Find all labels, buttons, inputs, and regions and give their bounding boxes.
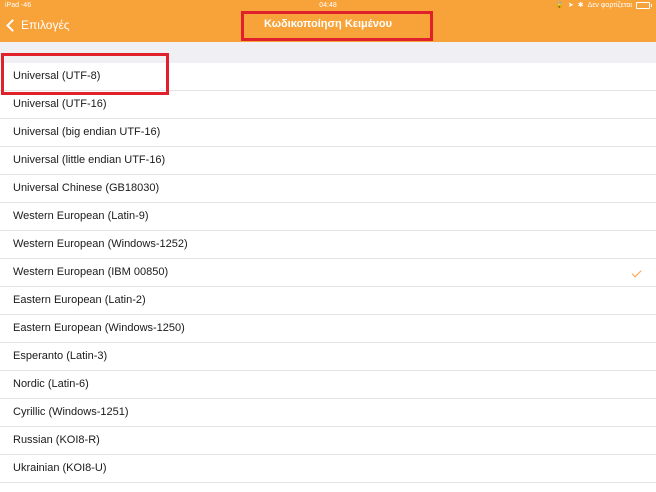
encoding-label: Western European (Latin-9) [13, 210, 149, 222]
encoding-list-item[interactable]: Universal Chinese (GB18030) [0, 175, 656, 203]
encoding-list-item[interactable]: Western European (IBM 00850) [0, 259, 656, 287]
encoding-list-item[interactable]: Nordic (Latin-6) [0, 371, 656, 399]
encoding-list-item[interactable]: Cyrillic (Windows-1251) [0, 399, 656, 427]
encoding-label: Universal (little endian UTF-16) [13, 154, 166, 166]
encoding-list-item[interactable]: Universal (UTF-16) [0, 91, 656, 119]
encoding-label: Universal (UTF-16) [13, 98, 107, 110]
encoding-list-item[interactable]: Western European (Latin-9) [0, 203, 656, 231]
encoding-list-item[interactable]: Ukrainian (KOI8-U) [0, 455, 656, 483]
encoding-list-item[interactable]: Universal (big endian UTF-16) [0, 119, 656, 147]
encoding-label: Ukrainian (KOI8-U) [13, 462, 107, 474]
encoding-list-item[interactable]: Esperanto (Latin-3) [0, 343, 656, 371]
encoding-label: Eastern European (Windows-1250) [13, 322, 185, 334]
encoding-label: Russian (KOI8-R) [13, 434, 100, 446]
first-item-highlight-box [1, 53, 169, 95]
encoding-list-item[interactable]: Western European (Windows-1252) [0, 231, 656, 259]
title-highlight-box [241, 11, 433, 41]
encoding-list: Universal (UTF-8) Universal (UTF-16) Unive… [0, 63, 656, 483]
encoding-label: Universal Chinese (GB18030) [13, 182, 160, 194]
encoding-list-item[interactable]: Russian (KOI8-R) [0, 427, 656, 455]
battery-icon [636, 2, 652, 9]
encoding-label: Universal (big endian UTF-16) [13, 126, 161, 138]
checkmark-icon [631, 267, 642, 278]
encoding-label: Esperanto (Latin-3) [13, 350, 108, 362]
encoding-label: Eastern European (Latin-2) [13, 294, 146, 306]
encoding-label: Western European (Windows-1252) [13, 238, 188, 250]
status-right: 🔒 ➤ ✱ Δεν φορτίζεται [555, 0, 652, 11]
charging-status: Δεν φορτίζεται [587, 2, 632, 9]
location-icon: ➤ [567, 2, 574, 9]
lock-icon: 🔒 [555, 2, 564, 9]
encoding-list-item[interactable]: Universal (little endian UTF-16) [0, 147, 656, 175]
status-bar: iPad -46 04:48 🔒 ➤ ✱ Δεν φορτίζεται [0, 0, 656, 11]
encoding-list-item[interactable]: Eastern European (Windows-1250) [0, 315, 656, 343]
encoding-label: Cyrillic (Windows-1251) [13, 406, 129, 418]
encoding-label: Western European (IBM 00850) [13, 266, 169, 278]
bluetooth-icon: ✱ [577, 2, 584, 9]
encoding-label: Nordic (Latin-6) [13, 378, 89, 390]
encoding-list-item[interactable]: Eastern European (Latin-2) [0, 287, 656, 315]
